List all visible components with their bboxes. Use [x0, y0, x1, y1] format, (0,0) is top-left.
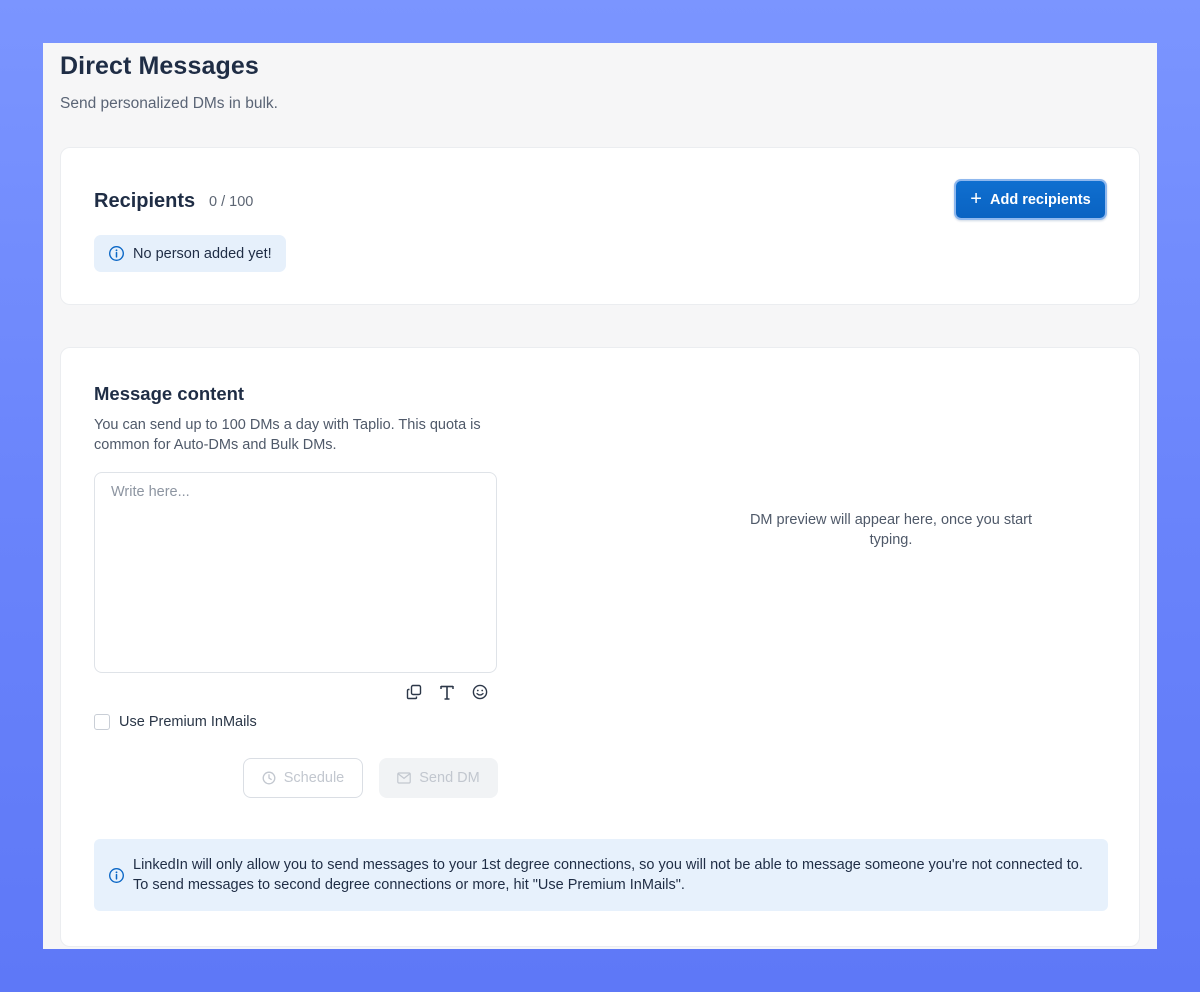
- send-dm-label: Send DM: [419, 770, 480, 786]
- empty-recipients-text: No person added yet!: [133, 245, 272, 262]
- premium-inmails-label: Use Premium InMails: [119, 714, 257, 730]
- message-card: Message content You can send up to 100 D…: [60, 347, 1140, 947]
- clock-icon: [262, 771, 276, 785]
- page-subtitle: Send personalized DMs in bulk.: [60, 95, 278, 112]
- add-recipients-button[interactable]: + Add recipients: [954, 179, 1107, 220]
- message-title: Message content: [94, 383, 245, 404]
- recipients-card: Recipients 0 / 100 + Add recipients No p…: [60, 147, 1140, 305]
- info-icon: [109, 246, 124, 261]
- premium-inmails-checkbox[interactable]: [94, 714, 110, 730]
- recipients-title: Recipients: [94, 190, 196, 212]
- schedule-button[interactable]: Schedule: [243, 758, 363, 798]
- message-input[interactable]: [94, 472, 497, 673]
- linkedin-connections-notice: LinkedIn will only allow you to send mes…: [94, 839, 1108, 911]
- info-icon: [109, 867, 124, 883]
- emoji-icon[interactable]: [470, 682, 490, 702]
- message-description: You can send up to 100 DMs a day with Ta…: [94, 417, 481, 453]
- dm-preview-placeholder: DM preview will appear here, once you st…: [749, 512, 1033, 548]
- premium-inmails-option[interactable]: Use Premium InMails: [94, 714, 257, 730]
- copy-icon[interactable]: [404, 682, 424, 702]
- send-dm-button[interactable]: Send DM: [379, 758, 498, 798]
- app-window: Direct Messages Send personalized DMs in…: [43, 43, 1157, 949]
- envelope-icon: [397, 772, 412, 784]
- schedule-label: Schedule: [283, 770, 345, 786]
- page-title: Direct Messages: [60, 52, 259, 80]
- message-toolbar: [404, 682, 490, 702]
- plus-icon: +: [970, 187, 982, 210]
- add-recipients-label: Add recipients: [989, 191, 1091, 208]
- text-format-icon[interactable]: [437, 682, 457, 702]
- empty-recipients-notice: No person added yet!: [94, 235, 286, 272]
- recipients-count: 0 / 100: [209, 194, 254, 210]
- notice-text: LinkedIn will only allow you to send mes…: [133, 857, 1083, 893]
